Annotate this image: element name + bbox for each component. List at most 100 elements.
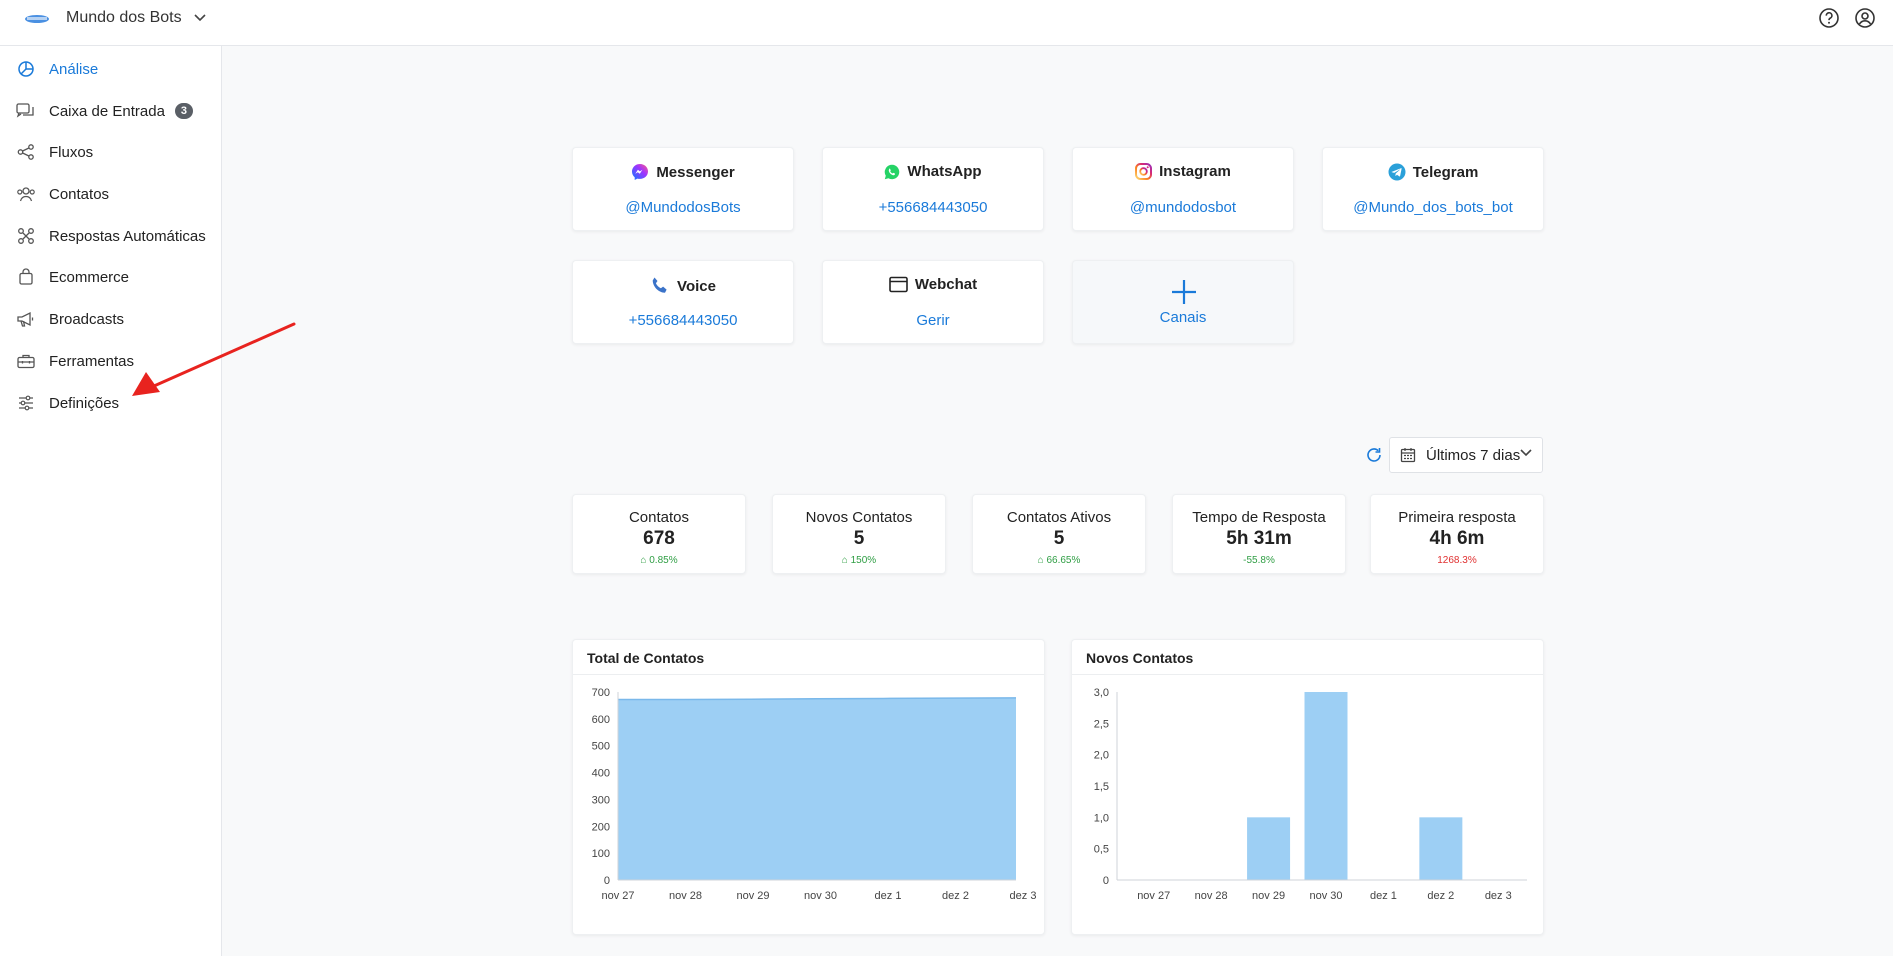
channel-card-instagram[interactable]: Instagram @mundodosbot bbox=[1072, 147, 1294, 231]
stat-title: Contatos Ativos bbox=[1006, 509, 1112, 526]
x-tick-label: nov 28 bbox=[1195, 890, 1228, 902]
chevron-down-icon bbox=[1520, 449, 1532, 457]
x-tick-label: dez 1 bbox=[875, 890, 902, 902]
sidebar-item-fluxos[interactable]: Fluxos bbox=[0, 132, 222, 172]
y-tick-label: 3,0 bbox=[1094, 687, 1109, 699]
auto-replies-icon bbox=[16, 226, 36, 246]
channel-link[interactable]: +556684443050 bbox=[823, 199, 1043, 216]
y-tick-label: 400 bbox=[592, 768, 610, 780]
workspace-switcher[interactable]: Mundo dos Bots bbox=[66, 9, 206, 27]
y-tick-label: 500 bbox=[592, 741, 610, 753]
x-tick-label: dez 1 bbox=[1370, 890, 1397, 902]
telegram-icon bbox=[1388, 163, 1406, 181]
calendar-icon bbox=[1400, 448, 1416, 463]
x-tick-label: dez 3 bbox=[1485, 890, 1512, 902]
unread-count-badge: 3 bbox=[174, 103, 193, 119]
annotation-arrow bbox=[132, 322, 296, 396]
y-tick-label: 700 bbox=[592, 687, 610, 699]
chart-card-novos-contatos: Novos Contatos 0 0,5 1,0 1,5 2,0 2,5 3,0 nov 27… bbox=[1071, 639, 1544, 935]
channel-name: Messenger bbox=[656, 163, 735, 181]
y-tick-label: 100 bbox=[592, 848, 610, 860]
toolbox-icon bbox=[16, 351, 36, 371]
trend-up-icon: ⌂ bbox=[640, 555, 650, 566]
sidebar-item-contatos[interactable]: Contatos bbox=[0, 174, 222, 214]
stat-title: Primeira resposta bbox=[1398, 509, 1516, 526]
flows-icon bbox=[16, 142, 36, 162]
channel-link[interactable]: @Mundo_dos_bots_bot bbox=[1323, 199, 1543, 216]
date-range-select[interactable]: Últimos 7 dias bbox=[1389, 437, 1543, 473]
stat-delta: ⌂ 150% bbox=[841, 555, 877, 566]
refresh-icon[interactable] bbox=[1365, 446, 1383, 464]
plus-icon bbox=[1172, 280, 1196, 304]
y-tick-label: 0 bbox=[1103, 875, 1109, 887]
channel-card-messenger[interactable]: Messenger @MundodosBots bbox=[572, 147, 794, 231]
channel-name: WhatsApp bbox=[907, 163, 982, 180]
area-fill bbox=[618, 697, 1016, 880]
stat-delta: 1268.3% bbox=[1437, 555, 1477, 566]
help-icon[interactable] bbox=[1818, 7, 1840, 29]
channel-name: Webchat bbox=[914, 276, 978, 293]
stat-delta: -55.8% bbox=[1243, 555, 1275, 566]
stat-card-novos-contatos: Novos Contatos 5 ⌂ 150% bbox=[772, 494, 946, 574]
account-icon[interactable] bbox=[1854, 7, 1876, 29]
y-tick-label: 600 bbox=[592, 714, 610, 726]
sidebar-item-analise[interactable]: Análise bbox=[0, 49, 222, 89]
manage-webchat-link[interactable]: Gerir bbox=[823, 312, 1043, 329]
sidebar-item-ecommerce[interactable]: Ecommerce bbox=[0, 257, 222, 297]
channel-title: Messenger bbox=[573, 163, 793, 181]
channel-title: Webchat bbox=[823, 276, 1043, 293]
bar bbox=[1304, 692, 1348, 880]
stat-value: 678 bbox=[643, 528, 675, 549]
channel-link[interactable]: +556684443050 bbox=[573, 312, 793, 329]
sidebar-item-label: Ecommerce bbox=[49, 268, 130, 286]
logo[interactable] bbox=[24, 13, 50, 25]
settings-sliders-icon bbox=[16, 393, 36, 413]
workspace-name: Mundo dos Bots bbox=[66, 9, 182, 26]
instagram-icon bbox=[1135, 163, 1153, 180]
whatsapp-icon bbox=[885, 164, 900, 179]
y-tick-label: 2,0 bbox=[1094, 750, 1109, 762]
megaphone-icon bbox=[16, 309, 36, 329]
sidebar-item-respostas-automaticas[interactable]: Respostas Automáticas bbox=[0, 216, 222, 256]
stat-value: 5 bbox=[1053, 528, 1065, 549]
channel-link[interactable]: @MundodosBots bbox=[573, 199, 793, 216]
inbox-icon bbox=[16, 101, 36, 121]
y-tick-label: 0,5 bbox=[1094, 844, 1109, 856]
channel-link[interactable]: @mundodosbot bbox=[1073, 199, 1293, 216]
contacts-icon bbox=[16, 184, 36, 204]
channel-title: Instagram bbox=[1073, 163, 1293, 180]
sidebar-item-label: Contatos bbox=[49, 185, 110, 203]
channel-title: Voice bbox=[573, 276, 793, 296]
messenger-icon bbox=[632, 164, 649, 180]
sidebar-item-caixa-de-entrada[interactable]: Caixa de Entrada 3 bbox=[0, 91, 222, 131]
add-channel-card[interactable]: Canais bbox=[1072, 260, 1294, 344]
top-bar: Mundo dos Bots bbox=[0, 0, 1893, 46]
add-channel-label: Canais bbox=[1159, 309, 1207, 326]
x-tick-label: dez 3 bbox=[1010, 890, 1037, 902]
bar bbox=[1247, 817, 1291, 880]
stat-card-contatos-ativos: Contatos Ativos 5 ⌂ 66.65% bbox=[972, 494, 1146, 574]
browser-window-icon bbox=[889, 276, 908, 293]
channel-card-whatsapp[interactable]: WhatsApp +556684443050 bbox=[822, 147, 1044, 231]
channel-card-voice[interactable]: Voice +556684443050 bbox=[572, 260, 794, 344]
stat-title: Novos Contatos bbox=[805, 509, 913, 526]
sidebar-item-label: Fluxos bbox=[49, 143, 94, 161]
x-tick-label: nov 28 bbox=[669, 890, 702, 902]
x-tick-label: nov 29 bbox=[1252, 890, 1285, 902]
chart-card-total-contatos: Total de Contatos 0 100 200 300 400 500 600 700… bbox=[572, 639, 1045, 935]
x-tick-label: dez 2 bbox=[1427, 890, 1454, 902]
channel-card-telegram[interactable]: Telegram @Mundo_dos_bots_bot bbox=[1322, 147, 1544, 231]
y-tick-label: 0 bbox=[604, 875, 610, 887]
sidebar-item-label: Ferramentas bbox=[49, 352, 135, 370]
x-tick-label: nov 30 bbox=[1309, 890, 1342, 902]
sidebar: Análise Caixa de Entrada 3 Fluxos Contat… bbox=[0, 46, 222, 956]
sidebar-item-label: Análise bbox=[49, 60, 99, 78]
channel-card-webchat[interactable]: Webchat Gerir bbox=[822, 260, 1044, 344]
y-tick-label: 200 bbox=[592, 821, 610, 833]
shopping-bag-icon bbox=[16, 267, 36, 287]
x-tick-label: dez 2 bbox=[942, 890, 969, 902]
stat-delta: ⌂ 0.85% bbox=[640, 555, 678, 566]
stat-card-primeira-resposta: Primeira resposta 4h 6m 1268.3% bbox=[1370, 494, 1544, 574]
stat-title: Contatos bbox=[628, 509, 690, 526]
y-tick-label: 1,0 bbox=[1094, 812, 1109, 824]
